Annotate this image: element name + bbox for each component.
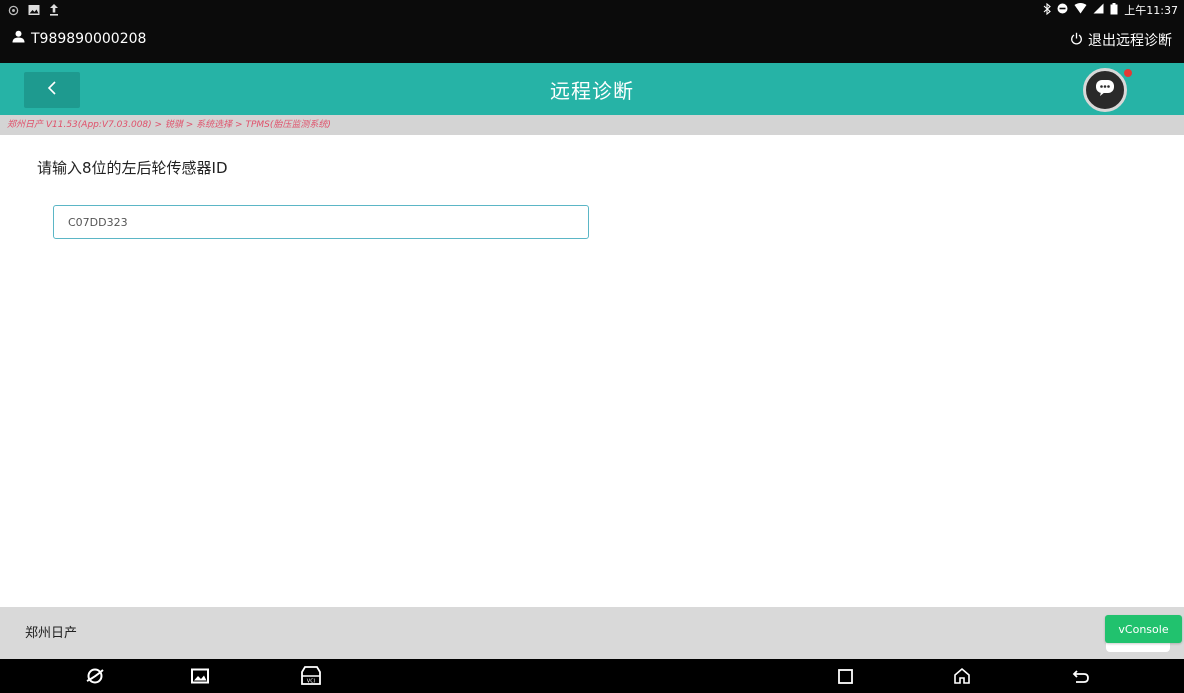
status-icons-right: 上午11:37 — [1043, 2, 1178, 18]
image-icon — [28, 1, 40, 20]
power-icon — [1070, 32, 1083, 49]
notification-dot — [1124, 69, 1132, 77]
status-bar: 上午11:37 T989890000208 退出远程诊断 — [0, 0, 1184, 63]
gallery-icon[interactable] — [187, 664, 213, 688]
vci-icon[interactable]: VCI — [298, 664, 324, 688]
do-not-disturb-icon — [1057, 3, 1068, 17]
remote-user: T989890000208 — [12, 30, 146, 47]
breadcrumb: 郑州日产 V11.53(App:V7.03.008) > 锐骐 > 系统选择 >… — [0, 115, 1184, 135]
page-title: 远程诊断 — [550, 79, 634, 103]
settings-icon — [8, 1, 19, 20]
battery-icon — [1110, 2, 1118, 18]
recent-apps-icon[interactable] — [832, 664, 858, 688]
vehicle-brand-label: 郑州日产 — [25, 626, 78, 641]
vconsole-button[interactable]: vConsole — [1105, 615, 1182, 643]
chat-button[interactable] — [1083, 68, 1127, 112]
status-icons-left — [8, 2, 59, 18]
chat-icon — [1095, 79, 1115, 101]
exit-remote-diagnosis-button[interactable]: 退出远程诊断 — [1070, 30, 1172, 50]
app-header: 远程诊断 — [0, 63, 1184, 115]
wifi-icon — [1074, 3, 1087, 17]
upload-icon — [49, 1, 59, 20]
home-icon[interactable] — [949, 664, 975, 688]
bluetooth-icon — [1043, 2, 1052, 18]
browser-icon[interactable] — [82, 664, 108, 688]
signal-icon — [1093, 3, 1104, 17]
back-nav-icon[interactable] — [1068, 664, 1094, 688]
user-id: T989890000208 — [31, 30, 147, 47]
navigation-bar: VCI — [0, 659, 1184, 693]
vconsole-shadow — [1106, 643, 1170, 652]
input-prompt: 请输入8位的左后轮传感器ID — [37, 159, 228, 177]
footer: 郑州日产 vConsole — [0, 607, 1184, 659]
exit-remote-label: 退出远程诊断 — [1088, 33, 1172, 49]
clock: 上午11:37 — [1124, 4, 1178, 17]
sensor-id-input[interactable] — [53, 205, 589, 239]
svg-text:VCI: VCI — [307, 679, 315, 685]
user-icon — [12, 30, 25, 47]
